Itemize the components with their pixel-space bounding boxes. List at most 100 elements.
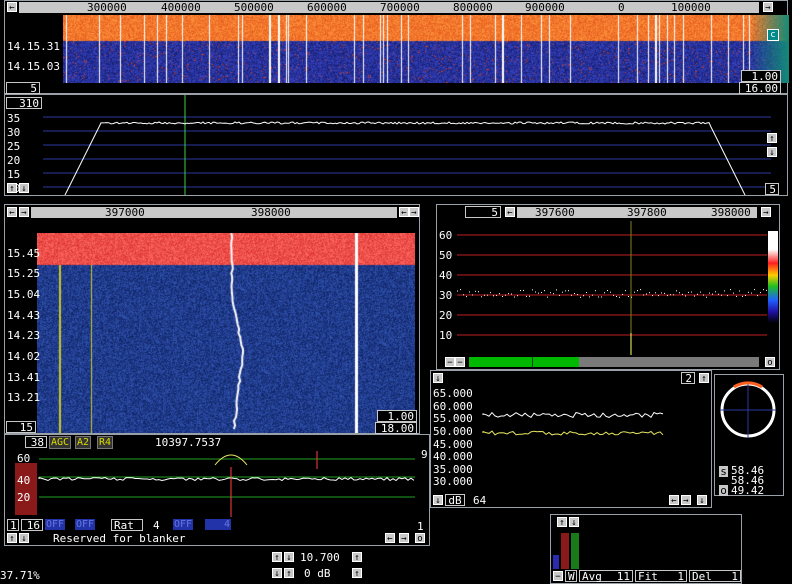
scroll-left-button[interactable]: ← [505,207,515,218]
up-arrow-button[interactable]: ↑ [352,552,362,563]
up-arrow-button[interactable]: ↑ [7,533,17,544]
top-frequency-scale[interactable]: 300000 400000 500000 600000 700000 80000… [19,2,759,13]
spectrum-point [631,296,632,298]
y-label: 30 [439,289,453,302]
time-label: 15.04 [7,288,41,301]
polar-panel: s 58.46 58.46 o 49.42 [714,374,784,496]
polar-plot[interactable] [716,377,784,443]
minus-button[interactable]: − [553,571,563,582]
spectrum-point [469,291,470,293]
frequency-readout[interactable]: 10397.7537 [155,437,221,448]
spectrum-point [592,294,593,296]
scroll-right-button[interactable]: → [681,495,691,506]
scroll-left-button[interactable]: ← [385,533,395,544]
range-box[interactable]: 18.00 [375,422,417,434]
scroll-right-button[interactable]: → [399,533,409,544]
gain-box[interactable]: 1.00 [377,410,417,422]
mid-waterfall-image[interactable] [37,233,415,433]
up-arrow-button[interactable]: ↑ [699,373,709,384]
up-arrow-button[interactable]: ↑ [767,133,777,144]
up-arrow-button[interactable]: ↑ [557,517,567,528]
y-label: 50 [439,249,453,262]
c-button[interactable]: c [767,29,779,41]
up-arrow-button[interactable]: ↑ [7,183,17,194]
spectrum-point [757,295,758,297]
spectrum-point [748,291,749,293]
down-arrow-button[interactable]: ↓ [284,552,294,563]
scroll-right-button[interactable]: → [761,207,771,218]
rat-label[interactable]: Rat [111,519,143,531]
bottom-left-box[interactable]: 15 [6,421,36,433]
spectrum-point [598,296,599,298]
level-bar-track[interactable] [469,357,759,367]
r4-button[interactable]: R4 [97,436,114,449]
down-arrow-button[interactable]: ↓ [19,183,29,194]
spectrum-point [742,295,743,297]
down-arrow-button[interactable]: ↓ [433,495,443,506]
y-label: 40.000 [433,450,473,463]
fit-box[interactable]: Fit 1 [635,570,687,582]
scroll-left-button[interactable]: ← [669,495,679,506]
scroll-left-button[interactable]: ← [399,207,409,218]
top-box[interactable]: 2 [681,372,695,384]
w-button[interactable]: W [565,570,577,582]
down-arrow-button[interactable]: ↓ [272,568,282,579]
off-value[interactable]: 4 [205,519,231,530]
left-box[interactable]: 5 [6,82,40,94]
bottom-right-box[interactable]: 5 [765,183,779,195]
up-arrow-button[interactable]: ↑ [284,568,294,579]
scroll-left-button[interactable]: ← [7,207,17,218]
baseband-plot[interactable] [9,449,419,517]
down-arrow-button[interactable]: ↓ [767,147,777,158]
s-meter-plot[interactable] [433,385,709,495]
top-waterfall-image[interactable] [63,15,789,83]
down-arrow-button[interactable]: ↓ [19,533,29,544]
scroll-right-button[interactable]: → [763,2,773,13]
a2-button[interactable]: A2 [75,436,92,449]
scroll-left-button[interactable]: ← [7,2,17,13]
del-box[interactable]: Del 1 [689,570,741,582]
down-arrow-button[interactable]: ↓ [697,495,707,506]
o-button[interactable]: o [765,357,775,368]
y-label: 20 [7,154,21,167]
avg-box[interactable]: Avg 11 [579,570,633,582]
spectrum-point [526,295,527,297]
spectrum-point [562,291,563,293]
bottom-left-box[interactable]: 1 [7,519,19,531]
o-button[interactable]: o [415,533,425,544]
mid-frequency-scale[interactable]: 397000 398000 [31,207,397,218]
off-button[interactable]: OFF [45,519,66,530]
meter-bar-blue [553,555,559,569]
left-box[interactable]: 38 [25,436,47,448]
y-label: 30 [7,126,21,139]
off-button[interactable]: OFF [75,519,96,530]
top-box[interactable]: 310 [6,97,42,109]
up-arrow-button[interactable]: ↑ [352,568,362,579]
spectrum-point [571,294,572,296]
bottom-16-box[interactable]: 16 [21,519,43,531]
minus-button[interactable]: − [455,357,465,368]
minus-button[interactable]: − [445,357,455,368]
range-box[interactable]: 16.00 [739,82,781,94]
right-spectrum-plot[interactable] [457,221,769,355]
db-label[interactable]: dB [445,494,465,506]
time-label: 14.02 [7,350,41,363]
right-frequency-scale[interactable]: 397600 397800 398000 [517,207,757,218]
y-label: 45.000 [433,438,473,451]
spectrum-point [553,293,554,295]
scroll-right-button[interactable]: → [409,207,419,218]
down-arrow-button[interactable]: ↓ [569,517,579,528]
agc-button[interactable]: AGC [49,436,72,449]
spectrum-point [622,293,623,295]
left-box[interactable]: 5 [465,206,501,218]
up-arrow-button[interactable]: ↑ [272,552,282,563]
frequency-value[interactable]: 10.700 [300,552,340,563]
gain-box[interactable]: 1.00 [741,70,781,82]
down-arrow-button[interactable]: ↓ [433,373,443,384]
rat-value[interactable]: 4 [153,520,160,531]
db-readout[interactable]: 0 dB [304,568,331,579]
top-spectrum-plot[interactable] [41,95,781,195]
freq-label: 0 [618,2,625,13]
off-button[interactable]: OFF [173,519,194,530]
scroll-right-button[interactable]: → [19,207,29,218]
